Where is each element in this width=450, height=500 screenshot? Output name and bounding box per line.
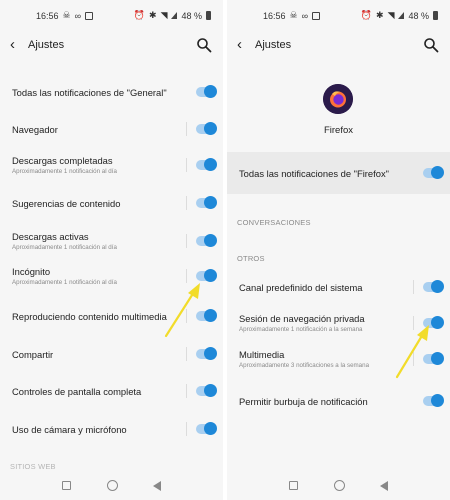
list-item[interactable]: Permitir burbuja de notificación xyxy=(227,389,450,423)
general-settings-screen: 16:56 ☠ ∞ ⏰ ✱ ◥ 48 % ‹ Ajustes Todas las… xyxy=(0,0,223,500)
battery-level: 48 % xyxy=(181,10,202,21)
battery-level: 48 % xyxy=(408,10,429,21)
screenshot: 16:56 ☠ ∞ ⏰ ✱ ◥ 48 % ‹ Ajustes Todas las… xyxy=(0,0,450,500)
channel-toggle[interactable] xyxy=(423,280,444,293)
notification-icon: ☠ xyxy=(289,10,298,20)
channel-label: Descargas activas xyxy=(12,231,89,242)
battery-icon xyxy=(433,11,438,20)
all-notifications-toggle[interactable] xyxy=(423,166,444,179)
image-icon xyxy=(85,11,94,20)
status-time: 16:56 xyxy=(36,10,59,21)
divider xyxy=(186,234,187,248)
channel-toggle[interactable] xyxy=(196,234,217,247)
battery-icon xyxy=(206,11,211,20)
recents-icon[interactable] xyxy=(62,481,71,490)
all-notifications-label: Todas las notificaciones de "Firefox" xyxy=(239,168,389,179)
app-name: Firefox xyxy=(323,125,354,136)
list-item[interactable]: Sugerencias de contenido xyxy=(0,191,223,225)
divider xyxy=(186,347,187,361)
status-time: 16:56 xyxy=(263,10,286,21)
list-item[interactable]: Canal predefinido del sistema xyxy=(227,275,450,309)
list-item[interactable]: Uso de cámara y micrófono xyxy=(0,417,223,451)
channel-toggle[interactable] xyxy=(196,384,217,397)
channel-toggle[interactable] xyxy=(196,347,217,360)
back-nav-icon[interactable] xyxy=(153,481,161,491)
channel-toggle[interactable] xyxy=(196,85,217,98)
navigation-bar xyxy=(227,472,450,500)
divider xyxy=(186,422,187,436)
divider xyxy=(186,122,187,136)
list-item[interactable]: Descargas completadas Aproximadamente 1 n… xyxy=(0,153,223,187)
search-icon[interactable] xyxy=(423,37,439,53)
section-header-websites: SITIOS WEB xyxy=(10,462,56,471)
wifi-icon: ◥ xyxy=(387,10,395,20)
firefox-logo-icon xyxy=(323,84,353,114)
channel-label: Multimedia xyxy=(239,349,285,360)
channel-label: Compartir xyxy=(12,349,54,360)
all-notifications-row[interactable]: Todas las notificaciones de "Firefox" xyxy=(227,152,450,194)
page-title: Ajustes xyxy=(255,39,292,51)
status-bar: 16:56 ☠ ∞ ⏰ ✱ ◥ 48 % xyxy=(227,0,450,28)
channel-frequency: Aproximadamente 1 notificación al día xyxy=(12,244,117,251)
infinity-icon: ∞ xyxy=(74,10,82,21)
divider xyxy=(413,280,414,294)
firefox-settings-screen: 16:56 ☠ ∞ ⏰ ✱ ◥ 48 % ‹ Ajustes Firefox T… xyxy=(227,0,450,500)
channel-frequency: Aproximadamente 1 notificación al día xyxy=(12,279,117,286)
home-icon[interactable] xyxy=(334,480,345,491)
app-bar: ‹ Ajustes xyxy=(0,34,223,58)
back-arrow-icon[interactable]: ‹ xyxy=(237,36,242,53)
channel-label: Controles de pantalla completa xyxy=(12,386,142,397)
recents-icon[interactable] xyxy=(289,481,298,490)
section-header-others: OTROS xyxy=(237,254,265,263)
infinity-icon: ∞ xyxy=(301,10,309,21)
image-icon xyxy=(312,11,321,20)
alarm-icon: ⏰ xyxy=(133,10,146,20)
status-bar: 16:56 ☠ ∞ ⏰ ✱ ◥ 48 % xyxy=(0,0,223,28)
list-item[interactable]: Controles de pantalla completa xyxy=(0,379,223,413)
channel-toggle[interactable] xyxy=(196,158,217,171)
channel-label: Permitir burbuja de notificación xyxy=(239,396,368,407)
channel-toggle[interactable] xyxy=(423,394,444,407)
wifi-icon: ◥ xyxy=(160,10,168,20)
back-nav-icon[interactable] xyxy=(380,481,388,491)
home-icon[interactable] xyxy=(107,480,118,491)
channel-label: Todas las notificaciones de "General" xyxy=(12,87,167,98)
channel-label: Sesión de navegación privada xyxy=(239,313,365,324)
vibrate-icon: ✱ xyxy=(376,10,384,20)
signal-icon xyxy=(171,12,178,19)
channel-frequency: Aproximadamente 1 notificación a la sema… xyxy=(239,326,363,333)
channel-label: Reproduciendo contenido multimedia xyxy=(12,311,167,322)
channel-label: Incógnito xyxy=(12,266,51,277)
divider xyxy=(186,196,187,210)
divider xyxy=(186,384,187,398)
channel-toggle[interactable] xyxy=(196,122,217,135)
channel-label: Canal predefinido del sistema xyxy=(239,282,363,293)
list-item[interactable]: Descargas activas Aproximadamente 1 notif… xyxy=(0,229,223,263)
highlight-arrow xyxy=(395,325,429,379)
back-arrow-icon[interactable]: ‹ xyxy=(10,36,15,53)
channel-label: Descargas completadas xyxy=(12,155,113,166)
channel-label: Navegador xyxy=(12,124,58,135)
channel-label: Uso de cámara y micrófono xyxy=(12,424,127,435)
signal-icon xyxy=(398,12,405,19)
channel-toggle[interactable] xyxy=(196,422,217,435)
notification-icon: ☠ xyxy=(62,10,71,20)
channel-frequency: Aproximadamente 1 notificación al día xyxy=(12,168,117,175)
list-item[interactable]: Compartir xyxy=(0,342,223,376)
divider xyxy=(186,158,187,172)
alarm-icon: ⏰ xyxy=(360,10,373,20)
navigation-bar xyxy=(0,472,223,500)
search-icon[interactable] xyxy=(196,37,212,53)
list-item[interactable]: Todas las notificaciones de "General" xyxy=(0,80,223,114)
app-bar: ‹ Ajustes xyxy=(227,34,450,58)
vibrate-icon: ✱ xyxy=(149,10,157,20)
highlight-arrow xyxy=(164,283,200,338)
list-item[interactable]: Navegador xyxy=(0,117,223,151)
page-title: Ajustes xyxy=(28,39,65,51)
channel-frequency: Aproximadamente 3 notificaciones a la se… xyxy=(239,362,370,369)
channel-label: Sugerencias de contenido xyxy=(12,198,121,209)
channel-toggle[interactable] xyxy=(196,196,217,209)
section-header-conversations: CONVERSACIONES xyxy=(237,218,311,227)
